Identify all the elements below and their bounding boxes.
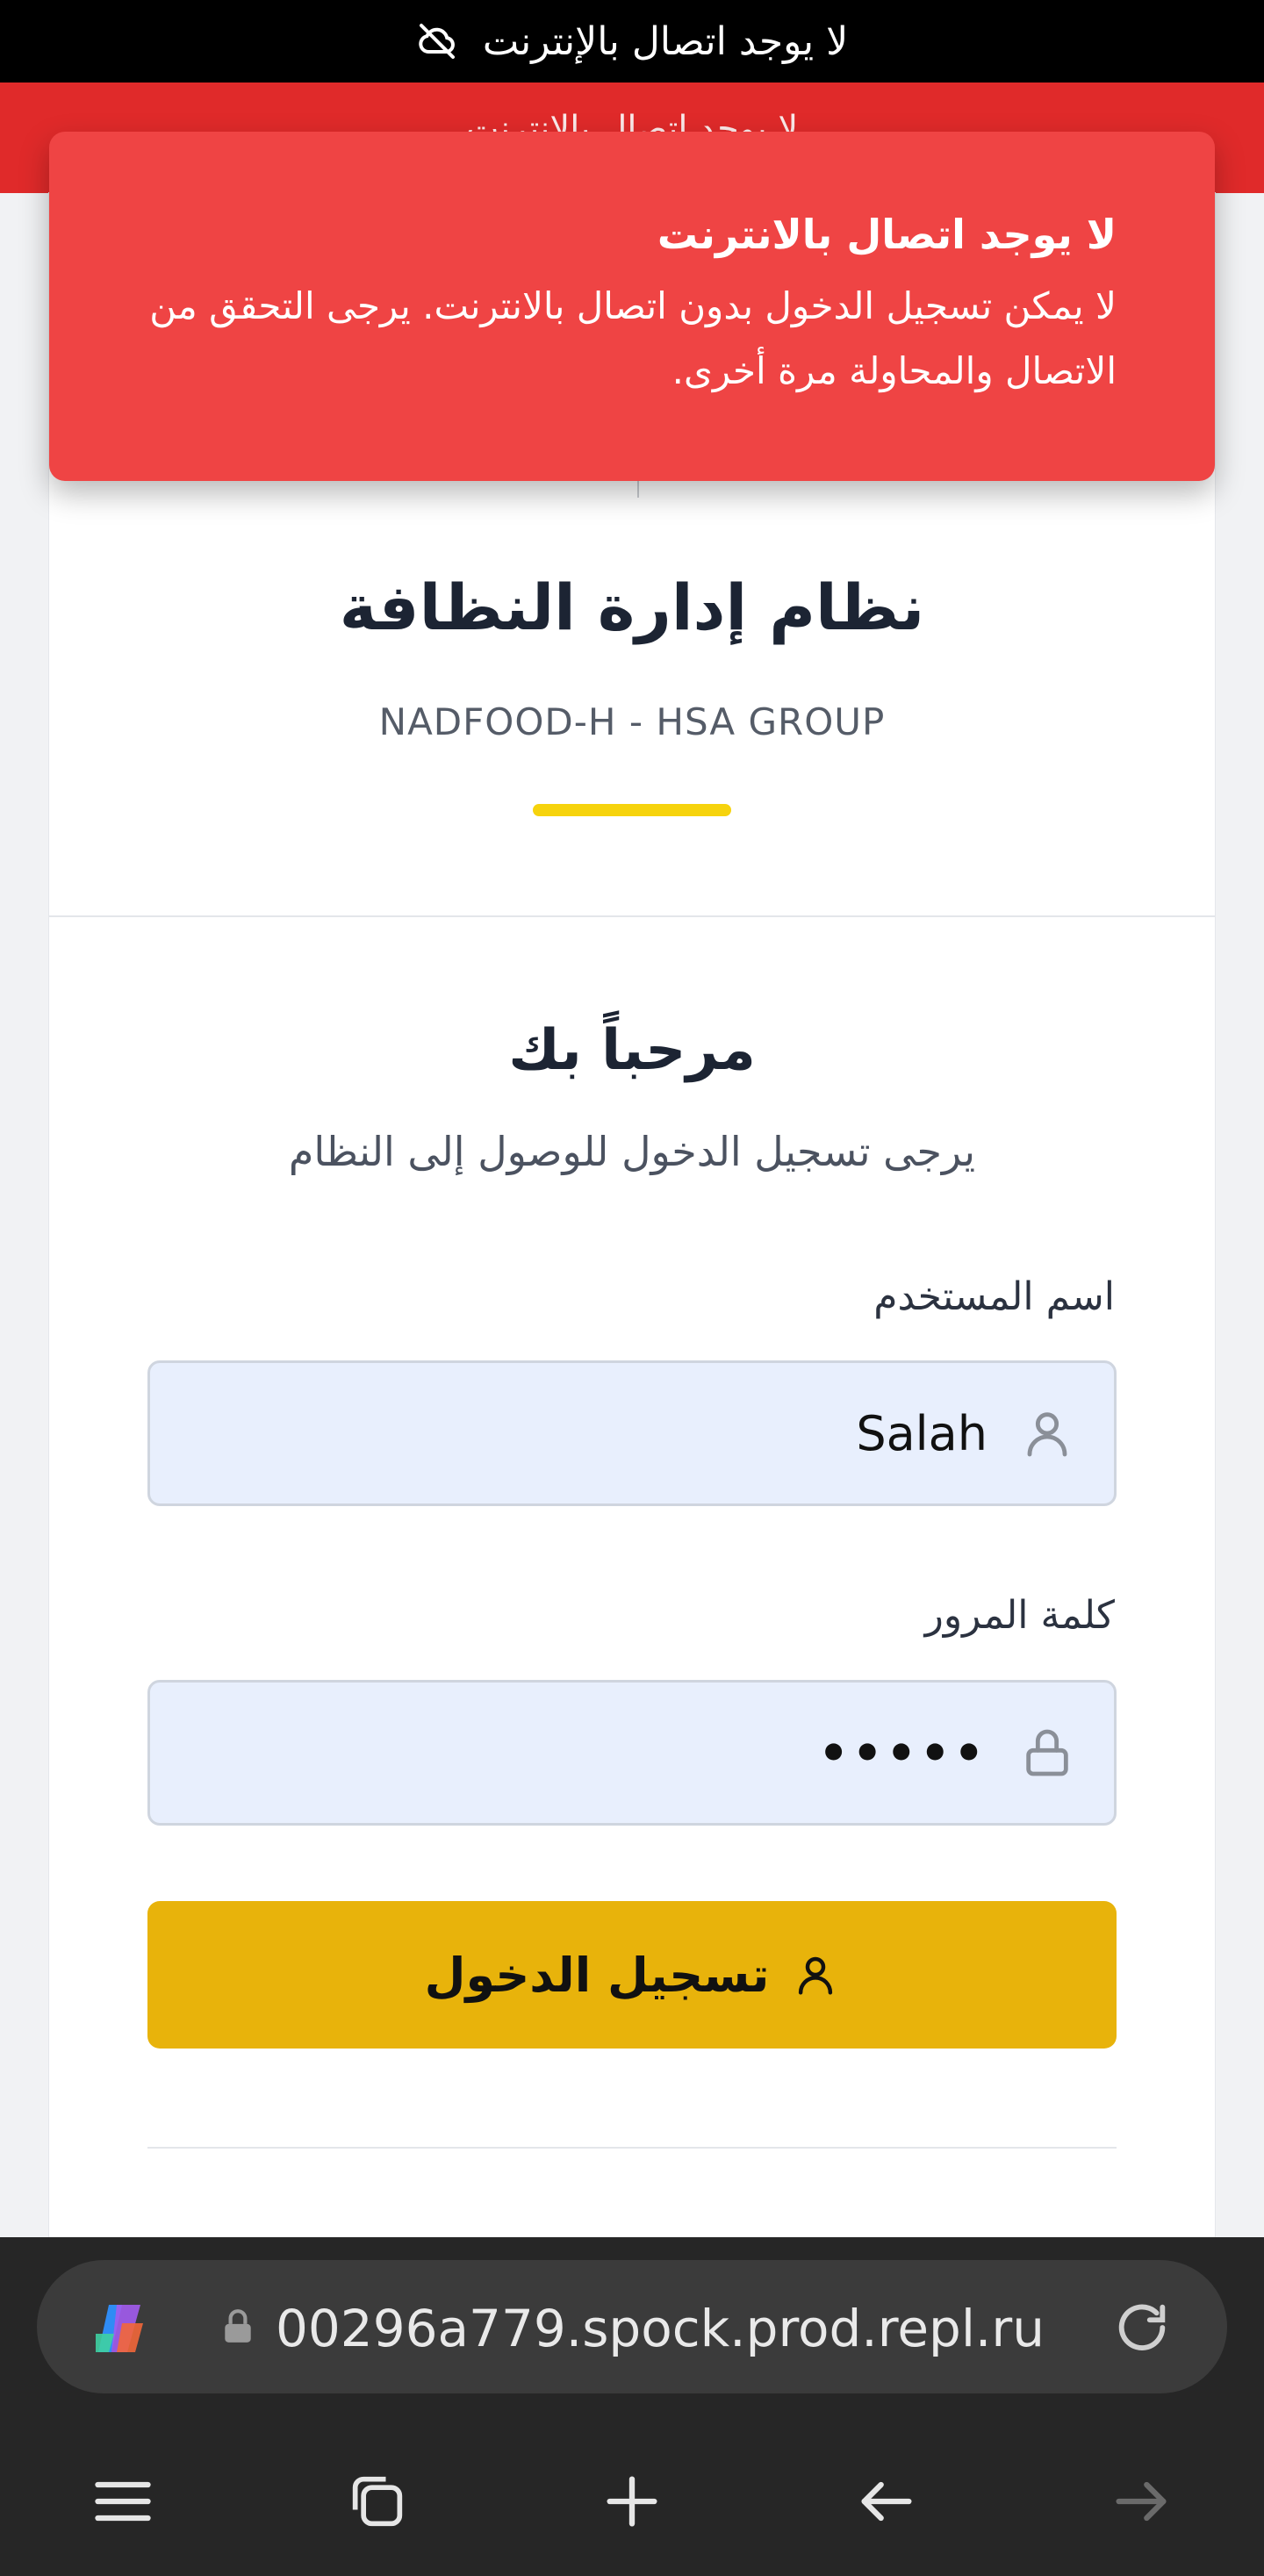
address-bar[interactable]: 00296a779.spock.prod.repl.ru [37, 2260, 1227, 2393]
page-title: نظام إدارة النظافة [339, 570, 925, 644]
plus-icon[interactable] [599, 2468, 665, 2535]
password-field[interactable]: ••••• [147, 1680, 1117, 1826]
back-arrow-icon[interactable] [853, 2468, 920, 2535]
username-label: اسم المستخدم [873, 1274, 1115, 1319]
tabs-icon[interactable] [344, 2468, 411, 2535]
section-divider [49, 915, 1215, 917]
accent-bar [533, 804, 731, 816]
login-button[interactable]: تسجيل الدخول [147, 1901, 1117, 2049]
user-icon [799, 1956, 833, 1995]
lock-icon [1026, 1729, 1068, 1776]
forward-arrow-icon[interactable] [1108, 2468, 1174, 2535]
copilot-icon[interactable] [88, 2297, 151, 2360]
password-label: كلمة المرور [924, 1593, 1115, 1638]
welcome-heading: مرحباً بك [508, 1018, 756, 1083]
toast-title: لا يوجد اتصال بالانترنت [657, 211, 1117, 258]
url-text[interactable]: 00296a779.spock.prod.repl.ru [276, 2297, 1106, 2360]
username-field[interactable]: Salah [147, 1360, 1117, 1506]
menu-icon[interactable] [90, 2468, 156, 2535]
password-value: ••••• [818, 1725, 988, 1781]
lock-icon [225, 2309, 251, 2343]
divider [637, 478, 639, 498]
welcome-subtitle: يرجى تسجيل الدخول للوصول إلى النظام [288, 1128, 976, 1175]
status-bar: لا يوجد اتصال بالإنترنت [0, 0, 1264, 83]
toast-message: لا يمكن تسجيل الدخول بدون اتصال بالانترن… [149, 284, 1117, 392]
offline-toast[interactable]: لا يوجد اتصال بالانترنت لا يمكن تسجيل ال… [49, 132, 1215, 481]
reload-icon[interactable] [1111, 2297, 1173, 2358]
page-subtitle: NADFOOD-H - HSA GROUP [378, 700, 886, 743]
user-icon [1027, 1412, 1067, 1457]
username-value: Salah [856, 1405, 988, 1461]
cloud-off-icon [419, 24, 455, 59]
footer-divider [147, 2147, 1117, 2149]
status-bar-text: لا يوجد اتصال بالإنترنت [482, 18, 849, 64]
login-button-label: تسجيل الدخول [424, 1947, 770, 2003]
